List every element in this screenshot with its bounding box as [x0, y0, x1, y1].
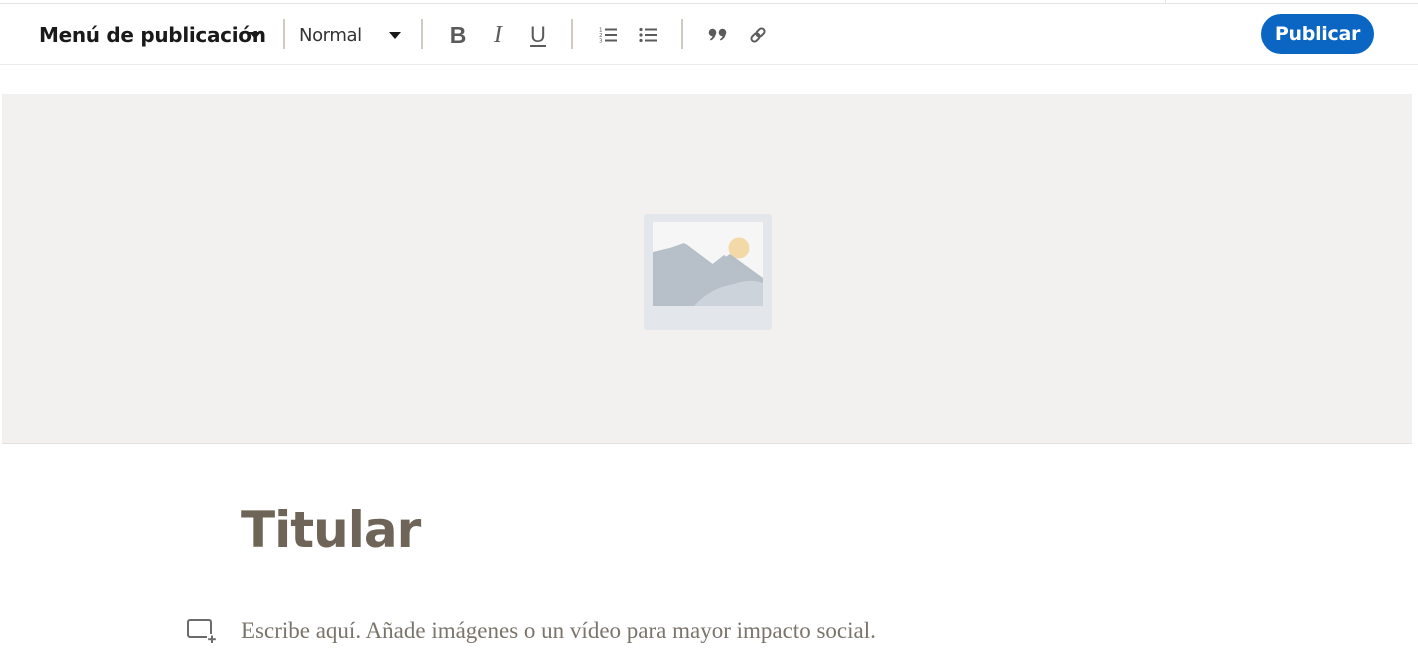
toolbar-divider — [681, 19, 683, 49]
bulleted-list-button[interactable] — [632, 17, 666, 53]
publish-button[interactable]: Publicar — [1261, 14, 1374, 54]
link-icon — [750, 27, 766, 43]
top-border-tick — [1165, 0, 1166, 4]
article-body-input[interactable]: Escribe aquí. Añade imágenes o un vídeo … — [241, 618, 876, 644]
numbered-list-button[interactable]: 1 2 3 — [592, 17, 626, 53]
bold-button[interactable]: B — [441, 17, 475, 53]
publication-menu-label: Menú de publicación — [39, 23, 266, 47]
headline-input[interactable]: Titular — [241, 501, 421, 559]
add-media-icon[interactable] — [186, 618, 218, 644]
underline-button[interactable]: U — [521, 17, 555, 53]
image-placeholder-icon — [644, 214, 772, 330]
italic-icon: I — [494, 21, 502, 48]
caret-down-icon — [249, 32, 261, 39]
quote-icon — [708, 28, 727, 41]
toolbar-divider — [283, 19, 285, 49]
caret-down-icon — [389, 32, 401, 39]
numbered-list-icon: 1 2 3 — [599, 28, 617, 45]
toolbar-divider — [571, 19, 573, 49]
editor-toolbar: Menú de publicación Normal B I U 1 2 3 P… — [0, 5, 1418, 65]
quote-button[interactable] — [701, 17, 735, 53]
italic-button[interactable]: I — [481, 17, 515, 53]
toolbar-divider — [421, 19, 423, 49]
underline-icon: U — [530, 22, 546, 47]
bulleted-list-icon — [639, 27, 657, 43]
bold-icon: B — [449, 21, 467, 48]
text-style-dropdown[interactable]: Normal — [292, 15, 410, 55]
top-border — [0, 0, 1418, 4]
publication-menu-dropdown[interactable]: Menú de publicación — [30, 15, 275, 55]
text-style-value: Normal — [299, 24, 362, 46]
link-button[interactable] — [741, 17, 775, 53]
svg-text:3: 3 — [599, 39, 603, 45]
cover-image-area[interactable] — [2, 94, 1412, 444]
